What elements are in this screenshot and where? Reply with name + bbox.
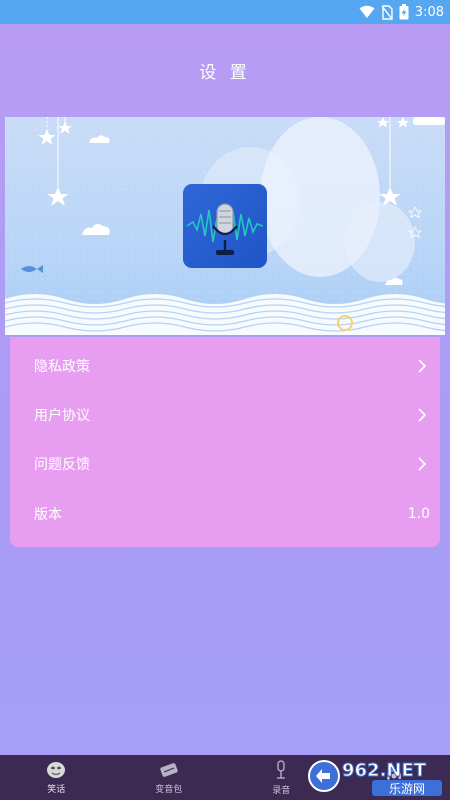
chevron-right-icon bbox=[418, 408, 427, 422]
status-icons: 3:08 bbox=[359, 0, 444, 24]
user-agreement-item[interactable]: 用户协议 bbox=[10, 390, 440, 440]
menu-item-label: 版本 bbox=[34, 507, 62, 523]
no-sim-icon bbox=[381, 4, 393, 20]
microphone-icon bbox=[186, 203, 264, 255]
status-time: 3:08 bbox=[414, 4, 444, 20]
menu-item-label: 隐私政策 bbox=[34, 359, 90, 375]
face-icon bbox=[47, 761, 66, 778]
tab-jokes[interactable]: 笑话 bbox=[0, 755, 113, 800]
chevron-right-icon bbox=[418, 359, 427, 373]
bottom-tab-bar: 笑话 变音包 录音 bbox=[0, 755, 450, 800]
tab-voice-pack[interactable]: 变音包 bbox=[113, 755, 226, 800]
privacy-policy-item[interactable]: 隐私政策 bbox=[10, 341, 440, 391]
app-logo-icon bbox=[183, 184, 267, 268]
microphone-icon bbox=[277, 759, 286, 779]
menu-item-label: 用户协议 bbox=[34, 408, 90, 424]
battery-charging-icon bbox=[399, 4, 409, 20]
settings-menu: 隐私政策 用户协议 问题反馈 版本 1.0 bbox=[10, 337, 440, 547]
version-value: 1.0 bbox=[407, 506, 430, 522]
banner-image bbox=[5, 117, 445, 335]
settings-icon bbox=[386, 768, 401, 784]
tab-label: 变音包 bbox=[155, 784, 183, 795]
tab-record[interactable]: 录音 bbox=[225, 755, 338, 800]
tab-label: 笑话 bbox=[47, 784, 66, 795]
status-bar: 3:08 bbox=[0, 0, 450, 24]
version-item: 版本 1.0 bbox=[10, 489, 440, 539]
menu-item-label: 问题反馈 bbox=[34, 457, 90, 473]
page-title: 设 置 bbox=[199, 63, 251, 83]
chevron-right-icon bbox=[418, 457, 427, 471]
tab-settings[interactable] bbox=[338, 755, 450, 800]
tab-label: 录音 bbox=[272, 785, 291, 796]
wifi-icon bbox=[359, 5, 375, 18]
feedback-item[interactable]: 问题反馈 bbox=[10, 439, 440, 489]
package-icon bbox=[160, 762, 178, 777]
